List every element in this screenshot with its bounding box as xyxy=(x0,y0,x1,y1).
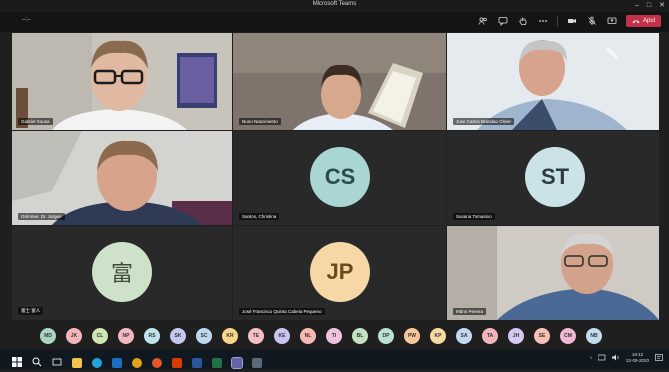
firefox-icon[interactable] xyxy=(152,358,162,368)
roster-avatar[interactable]: NB xyxy=(586,328,602,344)
camera-icon[interactable] xyxy=(566,15,578,27)
roster-avatar[interactable]: JH xyxy=(508,328,524,344)
participant-tile[interactable]: Grimmer, Dr. Jurgen xyxy=(12,131,232,225)
participant-video xyxy=(233,33,446,130)
more-options-icon[interactable] xyxy=(537,15,549,27)
task-view-icon[interactable] xyxy=(52,354,62,372)
taskbar-clock[interactable]: 18:42 22-09-2020 xyxy=(626,352,649,364)
participant-name: José Francisco Quinta Cabeia Pequeno xyxy=(239,308,325,315)
roster-avatar[interactable]: RS xyxy=(144,328,160,344)
participant-name: 富士 富人 xyxy=(18,307,44,315)
microphone-muted-icon[interactable] xyxy=(586,15,598,27)
roster-avatar[interactable]: SK xyxy=(170,328,186,344)
roster-avatar[interactable]: CM xyxy=(560,328,576,344)
participant-name-text: Jose Carlos Brandao Oliver xyxy=(456,119,512,124)
avatar-initials: ST xyxy=(540,164,570,189)
avatar-initials: CS xyxy=(324,164,356,189)
clock-date: 22-09-2020 xyxy=(625,358,649,363)
network-icon[interactable] xyxy=(597,354,606,362)
roster-avatar[interactable]: NP xyxy=(118,328,134,344)
participant-video xyxy=(12,33,232,130)
title-bar: Microsoft Teams – □ ✕ xyxy=(0,0,669,12)
file-explorer-icon[interactable] xyxy=(72,358,82,368)
maximize-button[interactable]: □ xyxy=(647,0,651,11)
meeting-controls: Apul xyxy=(477,15,661,27)
participant-roster: MD JK CL NP RS SK SC KR TE KE NL TI BL DP PW KP SA TA JH SE… xyxy=(0,322,669,350)
roster-avatar[interactable]: KP xyxy=(430,328,446,344)
participant-name: Mário Pereira xyxy=(453,308,487,315)
participants-icon[interactable] xyxy=(477,15,489,27)
leave-label: Apul xyxy=(642,18,655,24)
share-screen-icon[interactable] xyxy=(606,15,618,27)
phone-icon xyxy=(632,19,640,23)
search-icon[interactable] xyxy=(32,354,42,372)
roster-avatar[interactable]: PW xyxy=(404,328,420,344)
participant-tile[interactable]: CS Santos, Christina xyxy=(233,131,446,225)
participant-name: Grimmer, Dr. Jurgen xyxy=(18,213,65,220)
roster-avatar[interactable]: KE xyxy=(274,328,290,344)
participant-tile[interactable]: Mário Pereira xyxy=(447,226,659,320)
participant-name: Gabriel Sousa xyxy=(18,118,53,125)
leave-button[interactable]: Apul xyxy=(625,15,661,27)
participant-tile[interactable]: JP José Francisco Quinta Cabeia Pequeno xyxy=(233,226,446,320)
toolbar-divider xyxy=(556,15,558,27)
tray-chevron-icon[interactable]: ^ xyxy=(590,356,592,361)
roster-avatar[interactable]: KR xyxy=(222,328,238,344)
word-icon[interactable] xyxy=(192,358,202,368)
participant-name: Santos, Christina xyxy=(239,213,280,220)
window-controls: – □ ✕ xyxy=(635,0,665,11)
participant-tile[interactable]: ST Susana Tomasino xyxy=(447,131,659,225)
roster-avatar[interactable]: BL xyxy=(352,328,368,344)
system-tray: ^ 18:42 22-09-2020 xyxy=(590,352,663,364)
windows-start-icon[interactable] xyxy=(12,354,22,372)
window-title: Microsoft Teams xyxy=(312,1,357,7)
participant-tile[interactable]: Gabriel Sousa xyxy=(12,33,232,130)
roster-avatar[interactable]: SC xyxy=(196,328,212,344)
chrome-icon[interactable] xyxy=(132,358,142,368)
office-icon[interactable] xyxy=(172,358,182,368)
volume-icon[interactable] xyxy=(611,354,620,362)
participant-tile[interactable]: 富 富士 富人 xyxy=(12,226,232,320)
roster-avatar[interactable]: SE xyxy=(534,328,550,344)
participant-avatar: 富 xyxy=(92,242,152,302)
windows-taskbar: ^ 18:42 22-09-2020 xyxy=(0,350,669,369)
close-button[interactable]: ✕ xyxy=(659,0,665,11)
roster-avatar[interactable]: TE xyxy=(248,328,264,344)
meeting-toolbar: –:– Apul xyxy=(0,12,669,32)
participant-tile[interactable]: Jose Carlos Brandao Oliver xyxy=(447,33,659,130)
raise-hand-icon[interactable] xyxy=(517,15,529,27)
roster-avatar[interactable]: NL xyxy=(300,328,316,344)
taskbar-apps xyxy=(12,354,262,372)
minimize-button[interactable]: – xyxy=(635,0,639,11)
roster-avatar[interactable]: TA xyxy=(482,328,498,344)
outlook-icon[interactable] xyxy=(112,358,122,368)
roster-avatar[interactable]: JK xyxy=(66,328,82,344)
roster-avatar[interactable]: DP xyxy=(378,328,394,344)
avatar-initials: 富 xyxy=(110,261,133,286)
participant-name: Susana Tomasino xyxy=(453,213,495,220)
edge-browser-icon[interactable] xyxy=(92,358,102,368)
participant-name: Nuno Nascimento xyxy=(239,118,281,125)
roster-avatar[interactable]: MD xyxy=(40,328,56,344)
chat-icon[interactable] xyxy=(497,15,509,27)
participant-avatar: CS xyxy=(310,147,370,207)
participant-video xyxy=(447,33,659,130)
meeting-timer: –:– xyxy=(22,17,31,23)
participant-avatar: ST xyxy=(525,147,585,207)
excel-icon[interactable] xyxy=(212,358,222,368)
notifications-icon[interactable] xyxy=(655,353,663,363)
teams-icon[interactable] xyxy=(231,357,243,369)
participant-avatar: JP xyxy=(310,242,370,302)
security-icon[interactable] xyxy=(252,358,262,368)
avatar-initials: JP xyxy=(326,259,354,284)
participant-tile[interactable]: Nuno Nascimento xyxy=(233,33,446,130)
participant-video xyxy=(447,226,659,320)
participant-video xyxy=(12,131,232,225)
roster-avatar[interactable]: SA xyxy=(456,328,472,344)
roster-avatar[interactable]: TI xyxy=(326,328,342,344)
roster-avatar[interactable]: CL xyxy=(92,328,108,344)
participant-name: Jose Carlos Brandao Oliver xyxy=(453,118,515,125)
